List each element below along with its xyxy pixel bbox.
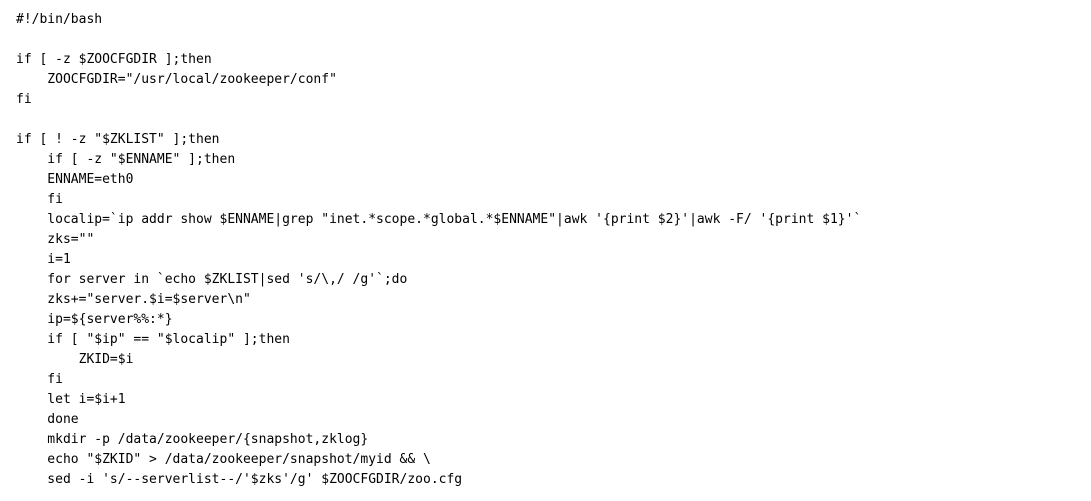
code-block: #!/bin/bash if [ -z $ZOOCFGDIR ];then ZO… <box>0 0 1091 500</box>
